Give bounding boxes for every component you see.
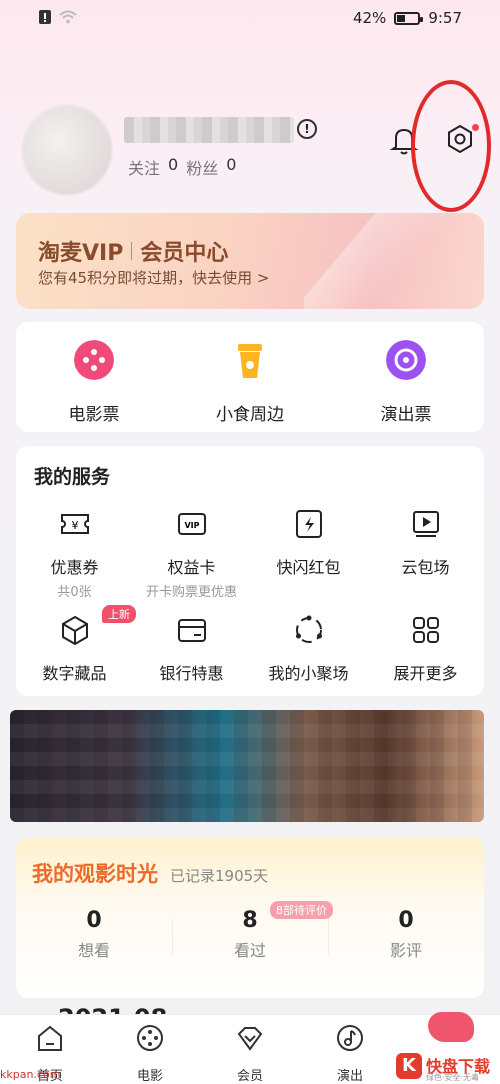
ticket-label: 演出票 — [380, 405, 432, 425]
status-bar: 42% 9:57 — [0, 0, 500, 38]
service-label: 银行特惠 — [159, 664, 224, 683]
home-icon — [38, 1025, 62, 1051]
vip-member-card[interactable]: 淘麦VIP 会员中心 您有45积分即将过期，快去使用 > — [16, 213, 484, 309]
tab-label: 演出 — [336, 1069, 363, 1084]
follow-stats[interactable]: 关注 0 粉丝 0 — [128, 155, 236, 179]
service-my-gathering[interactable]: 我的小聚场 — [250, 614, 367, 684]
stat-label: 影评 — [389, 941, 422, 960]
stat-reviews[interactable]: 0 影评 — [328, 908, 484, 961]
new-badge: 上新 — [102, 605, 136, 623]
avatar[interactable] — [22, 105, 112, 195]
wifi-icon — [59, 10, 77, 24]
service-sub: 开卡购票更优惠 — [145, 585, 237, 600]
show-ticket-button[interactable]: 演出票 — [336, 340, 476, 425]
service-label: 我的小聚场 — [268, 664, 349, 683]
film-reel-icon — [74, 340, 114, 380]
film-reel-icon — [137, 1025, 163, 1051]
tab-mine-avatar-partial[interactable] — [428, 1012, 474, 1042]
movie-ticket-button[interactable]: 电影票 — [24, 340, 164, 425]
pending-review-badge: 8部待评价 — [270, 901, 333, 919]
clock: 9:57 — [428, 9, 462, 27]
service-expand-more[interactable]: 展开更多 — [367, 614, 484, 684]
service-label: 权益卡 — [167, 558, 216, 577]
drink-cup-icon — [238, 344, 262, 378]
tab-label: 电影 — [136, 1069, 163, 1084]
music-disc-icon — [386, 340, 426, 380]
vip-brand: 淘麦VIP — [38, 241, 124, 266]
diamond-icon — [237, 1027, 263, 1051]
promo-banner-blurred[interactable] — [10, 710, 484, 822]
vip-decoration — [304, 213, 464, 309]
services-header: 我的服务 — [34, 466, 111, 488]
follow-count: 0 — [168, 155, 179, 174]
watermark-site: kkpan.com — [0, 1068, 61, 1081]
ticket-label: 小食周边 — [216, 405, 284, 425]
vip-divider — [131, 242, 133, 260]
tab-membership[interactable]: 会员 — [200, 1023, 300, 1084]
tab-movies[interactable]: 电影 — [100, 1023, 200, 1084]
my-services-card: 我的服务 ¥ 优惠券 共0张 VIP 权益卡 开卡购票更优惠 快闪红包 云包场 … — [16, 446, 484, 696]
cloud-screening-icon — [412, 511, 439, 537]
sim-alert-icon — [39, 10, 51, 24]
fans-label: 粉丝 — [186, 159, 219, 178]
service-digital-collectible[interactable]: 数字藏品 — [16, 614, 133, 684]
ticket-label: 电影票 — [68, 405, 120, 425]
viewing-history-title: 我的观影时光 — [32, 862, 158, 886]
viewing-history-header: 我的观影时光 已记录1905天 — [32, 858, 268, 888]
coupon-icon: ¥ — [60, 514, 89, 534]
service-cloud-screening[interactable]: 云包场 — [367, 508, 484, 578]
more-grid-icon — [412, 617, 439, 643]
stat-want-to-watch[interactable]: 0 想看 — [16, 908, 172, 961]
service-vip-card[interactable]: VIP 权益卡 开卡购票更优惠 — [133, 508, 250, 600]
snacks-button[interactable]: 小食周边 — [180, 340, 320, 425]
service-label: 优惠券 — [50, 558, 99, 577]
watermark-slogan: 绿色·安全·无毒 — [426, 1073, 480, 1082]
tab-shows[interactable]: 演出 — [300, 1023, 400, 1084]
highlight-circle-annotation — [411, 80, 491, 212]
recorded-days: 已记录1905天 — [170, 867, 269, 885]
watermark-mark: K — [396, 1053, 422, 1079]
svg-text:¥: ¥ — [71, 519, 78, 532]
follow-label: 关注 — [128, 159, 161, 178]
fans-count: 0 — [226, 155, 237, 174]
viewing-history-card[interactable]: 我的观影时光 已记录1905天 0 想看 8 看过 0 影评 8部待评价 — [16, 838, 484, 998]
battery-icon — [394, 11, 424, 25]
music-note-icon — [337, 1025, 363, 1051]
service-label: 快闪红包 — [276, 558, 341, 577]
gathering-icon — [295, 615, 322, 643]
svg-text:VIP: VIP — [184, 521, 199, 530]
service-bank-offer[interactable]: 银行特惠 — [133, 614, 250, 684]
service-label: 数字藏品 — [42, 664, 107, 683]
stat-label: 看过 — [233, 941, 266, 960]
username-blurred[interactable] — [124, 117, 294, 143]
service-label: 展开更多 — [393, 664, 458, 683]
stat-label: 想看 — [77, 941, 110, 960]
vip-card-icon: VIP — [177, 513, 206, 535]
service-sub: 共0张 — [57, 585, 92, 600]
vip-center-label: 会员中心 — [140, 241, 229, 266]
vip-points-notice[interactable]: 您有45积分即将过期，快去使用 > — [38, 267, 269, 288]
digital-collectible-icon — [61, 615, 88, 646]
ticket-shortcuts: 电影票 小食周边 演出票 — [16, 322, 484, 432]
vip-title: 淘麦VIP 会员中心 — [38, 235, 228, 267]
flash-redpacket-icon — [295, 510, 322, 538]
bank-card-icon — [177, 619, 206, 642]
battery-percent: 42% — [352, 9, 387, 27]
service-label: 云包场 — [401, 558, 450, 577]
tab-label: 会员 — [236, 1069, 263, 1084]
info-icon[interactable]: ! — [297, 119, 317, 139]
service-coupon[interactable]: ¥ 优惠券 共0张 — [16, 508, 133, 600]
watermark-logo: K 快盘下载 绿色·安全·无毒 — [392, 1050, 500, 1084]
service-flash-redpacket[interactable]: 快闪红包 — [250, 508, 367, 578]
stat-value: 0 — [86, 908, 102, 933]
stat-value: 0 — [398, 908, 414, 933]
